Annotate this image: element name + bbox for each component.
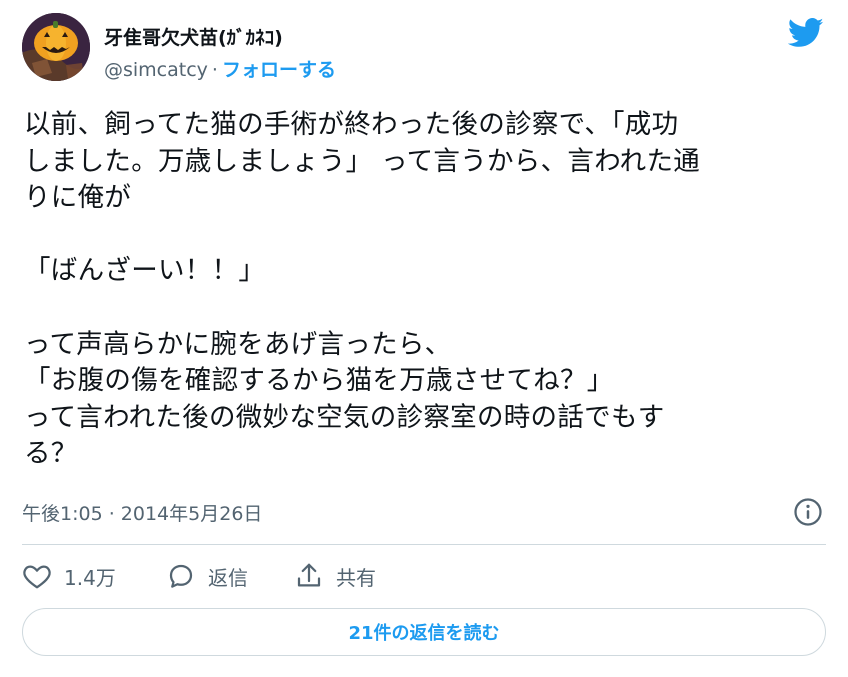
divider [22,544,826,545]
speech-bubble-icon [169,564,193,588]
info-icon[interactable] [793,497,823,527]
tweet-line: 「ばんざーい！！」 [24,255,266,287]
read-replies-label: 21件の返信を読む [348,623,500,644]
tweet-line: 以前、飼ってた猫の手術が終わった後の診察で、「成功 [24,109,679,140]
avatar[interactable] [22,13,90,81]
share-button[interactable]: 共有 [294,560,376,592]
follow-button[interactable]: フォローする [222,59,336,81]
tweet-line: しました。万歳しましょう」 って言うから、言われた通 [24,145,701,177]
tweet-line [24,217,824,254]
reply-button[interactable]: 返信 [166,560,248,592]
display-name[interactable]: 牙隹哥欠犬苗(ｶﾞｶﾈｺ) [104,23,283,50]
tweet-line: って声高らかに腕をあげ言ったら、 [24,328,452,360]
read-replies-button[interactable]: 21件の返信を読む [22,608,826,656]
share-icon [297,563,321,587]
like-count: 1.4万 [64,565,116,590]
timestamp[interactable]: 午後1:05 · 2014年5月26日 [22,499,262,526]
tweet-text: 以前、飼ってた猫の手術が終わった後の診察で、「成功 しました。万歳しましょう」 … [24,107,824,473]
tweet-line: って言われた後の微妙な空気の診察室の時の話でもす [24,401,665,433]
tweet-line: 「お腹の傷を確認するから猫を万歳させてね？」 [24,365,614,397]
reply-label: 返信 [208,565,248,590]
share-label: 共有 [336,565,376,590]
handle[interactable]: @simcatcy [104,59,208,81]
like-button[interactable]: 1.4万 [22,560,116,592]
tweet-line [24,290,824,327]
heart-icon [23,565,51,589]
separator: · [211,59,218,81]
tweet-line: りに俺が [24,182,132,214]
tweet-line: る？ [24,438,78,470]
jack-o-lantern-avatar-image [22,13,90,81]
twitter-bird-icon[interactable] [788,18,824,48]
handle-row: @simcatcy · フォローする [104,55,336,82]
